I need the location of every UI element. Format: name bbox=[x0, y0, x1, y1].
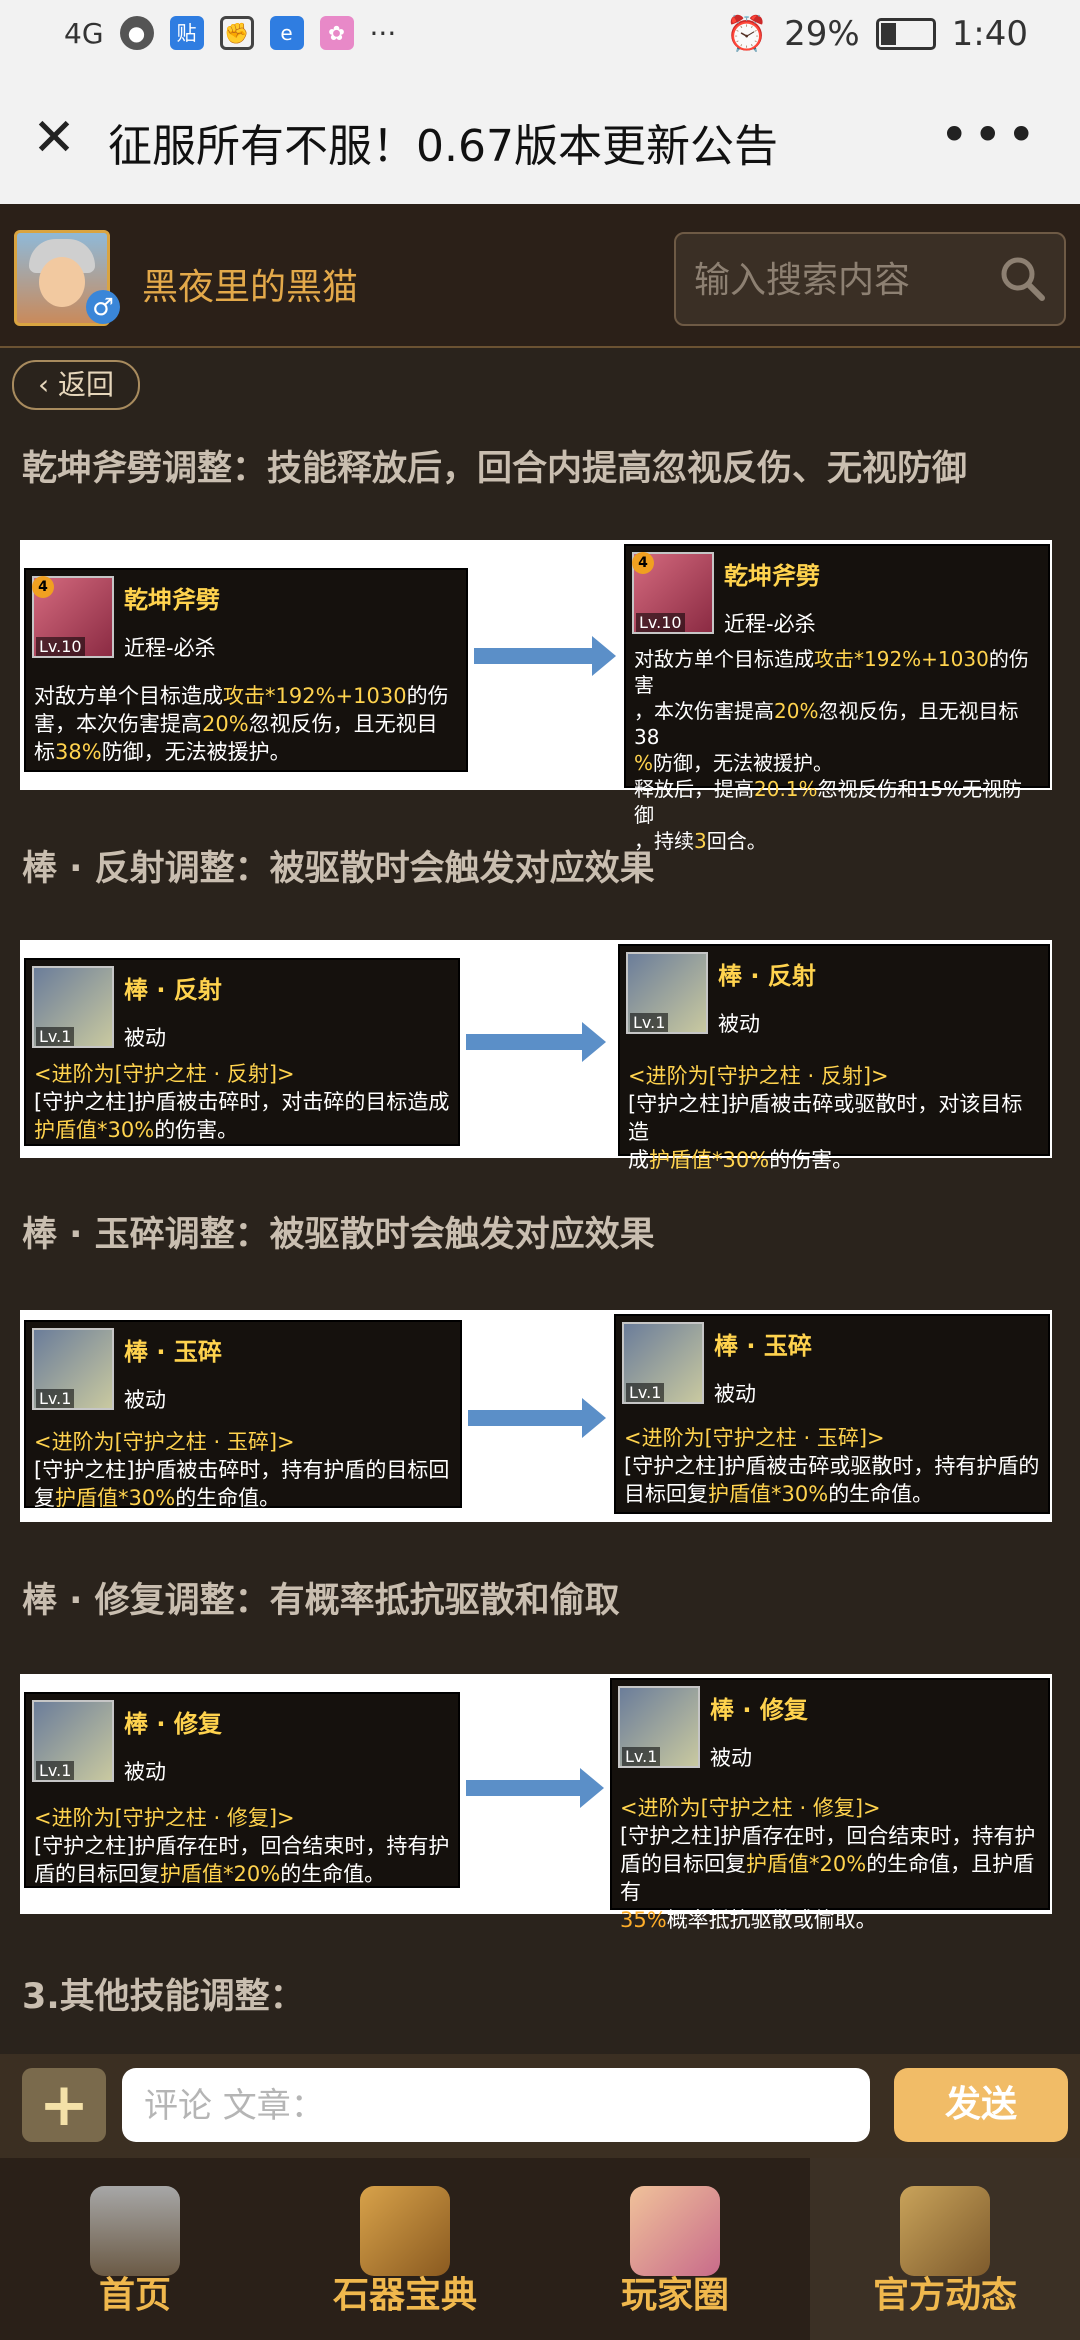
staff-skill-icon: Lv.1 bbox=[32, 966, 114, 1048]
skill-description: <进阶为[守护之柱 · 修复]> [守护之柱]护盾存在时，回合结束时，持有护 盾… bbox=[34, 1806, 450, 1886]
skill-description: <进阶为[守护之柱 · 玉碎]> [守护之柱]护盾被击碎时，持有护盾的目标回 复… bbox=[34, 1430, 450, 1510]
fist-icon: ✊ bbox=[219, 16, 254, 50]
battery-percent: 29% bbox=[784, 14, 860, 54]
section-heading: 棒 · 玉碎调整：被驱散时会触发对应效果 bbox=[22, 1215, 655, 1255]
section-heading: 棒 · 反射调整：被驱散时会触发对应效果 bbox=[22, 849, 655, 889]
skill-description: <进阶为[守护之柱 · 修复]> [守护之柱]护盾存在时，回合结束时，持有护 盾… bbox=[620, 1796, 1036, 1932]
skill-name: 棒 · 修复 bbox=[710, 1696, 808, 1724]
search-icon[interactable] bbox=[998, 254, 1046, 302]
skill-name: 棒 · 玉碎 bbox=[124, 1338, 222, 1366]
skill-name: 棒 · 反射 bbox=[124, 976, 222, 1004]
skill-card-after: Lv.1 棒 · 修复 被动 <进阶为[守护之柱 · 修复]> [守护之柱]护盾… bbox=[610, 1678, 1050, 1932]
nav-label: 石器宝典 bbox=[332, 2275, 477, 2316]
scroll-icon bbox=[360, 2186, 450, 2276]
skill-card-before: Lv.1 棒 · 玉碎 被动 <进阶为[守护之柱 · 玉碎]> [守护之柱]护盾… bbox=[24, 1320, 462, 1510]
nav-label: 官方动态 bbox=[872, 2275, 1017, 2316]
back-label: 返回 bbox=[58, 368, 115, 401]
alarm-icon: ⏰ bbox=[725, 14, 769, 54]
staff-skill-icon: Lv.1 bbox=[618, 1686, 700, 1768]
nav-label: 玩家圈 bbox=[620, 2275, 729, 2316]
skill-compare-image: Lv.1 棒 · 修复 被动 <进阶为[守护之柱 · 修复]> [守护之柱]护盾… bbox=[20, 1674, 1052, 1932]
skill-type: 被动 bbox=[124, 1026, 166, 1050]
skill-compare-image: Lv.1 棒 · 反射 被动 <进阶为[守护之柱 · 反射]> [守护之柱]护盾… bbox=[20, 940, 1052, 1172]
skill-type: 近程-必杀 bbox=[124, 636, 216, 660]
parchment-icon bbox=[900, 2186, 990, 2276]
section-heading: 3.其他技能调整： bbox=[22, 1977, 305, 2017]
username[interactable]: 黑夜里的黑猫 bbox=[142, 258, 358, 310]
nav-item-official[interactable]: 官方动态 bbox=[810, 2158, 1080, 2340]
more-notifications: ··· bbox=[369, 16, 397, 50]
axe-skill-icon: 4 Lv.10 bbox=[632, 552, 714, 634]
skill-card-before: Lv.1 棒 · 修复 被动 <进阶为[守护之柱 · 修复]> [守护之柱]护盾… bbox=[24, 1692, 460, 1888]
comment-input[interactable] bbox=[142, 2078, 846, 2134]
arrow-icon bbox=[466, 1022, 606, 1062]
skill-compare-image: Lv.1 棒 · 玉碎 被动 <进阶为[守护之柱 · 玉碎]> [守护之柱]护盾… bbox=[20, 1310, 1052, 1522]
back-button[interactable]: ‹ 返回 bbox=[12, 360, 140, 410]
skill-type: 被动 bbox=[710, 1746, 752, 1770]
players-icon bbox=[630, 2186, 720, 2276]
skill-description: 对敌方单个目标造成攻击*192%+1030的伤 害，本次伤害提高20%忽视反伤，… bbox=[34, 684, 449, 764]
staff-skill-icon: Lv.1 bbox=[32, 1700, 114, 1782]
skill-name: 棒 · 反射 bbox=[718, 962, 816, 990]
page-title: 征服所有不服！0.67版本更新公告 bbox=[108, 121, 778, 172]
staff-skill-icon: Lv.1 bbox=[622, 1322, 704, 1404]
browser-icon: e bbox=[269, 16, 304, 50]
network-indicator: 4G bbox=[64, 16, 104, 50]
more-menu-button[interactable]: ••• bbox=[940, 106, 1040, 164]
skill-compare-image: 4 Lv.10 乾坤斧劈 近程-必杀 对敌方单个目标造成攻击*192%+1030的… bbox=[20, 540, 1052, 853]
nav-item-handbook[interactable]: 石器宝典 bbox=[270, 2158, 540, 2340]
shield-icon: ● bbox=[119, 16, 154, 50]
skill-type: 被动 bbox=[714, 1382, 756, 1406]
staff-skill-icon: Lv.1 bbox=[626, 952, 708, 1034]
skill-type: 被动 bbox=[124, 1760, 166, 1784]
skill-card-after: 4 Lv.10 乾坤斧劈 近程-必杀 对敌方单个目标造成攻击*192%+1030的… bbox=[624, 544, 1050, 853]
skill-description: <进阶为[守护之柱 · 反射]> [守护之柱]护盾被击碎时，对击碎的目标造成 护… bbox=[34, 1062, 450, 1142]
search-input[interactable] bbox=[692, 252, 986, 308]
skill-type: 被动 bbox=[718, 1012, 760, 1036]
arrow-icon bbox=[468, 1398, 606, 1438]
title-bar: ✕ 征服所有不服！0.67版本更新公告 ••• bbox=[0, 72, 1080, 204]
castle-icon bbox=[90, 2186, 180, 2276]
baidu-icon: 贴 bbox=[169, 16, 204, 50]
axe-skill-icon: 4 Lv.10 bbox=[32, 576, 114, 658]
skill-type: 近程-必杀 bbox=[724, 612, 816, 636]
skill-description: 对敌方单个目标造成攻击*192%+1030的伤害 ，本次伤害提高20%忽视反伤，… bbox=[634, 647, 1029, 853]
battery-icon bbox=[875, 18, 936, 50]
close-icon[interactable]: ✕ bbox=[28, 112, 80, 164]
gender-male-icon: ♂ bbox=[86, 290, 120, 324]
skill-name: 乾坤斧劈 bbox=[124, 586, 220, 614]
skill-name: 乾坤斧劈 bbox=[724, 562, 820, 590]
skill-card-after: Lv.1 棒 · 玉碎 被动 <进阶为[守护之柱 · 玉碎]> [守护之柱]护盾… bbox=[614, 1314, 1050, 1514]
send-button[interactable]: 发送 bbox=[894, 2068, 1068, 2142]
skill-name: 棒 · 修复 bbox=[124, 1710, 222, 1738]
flower-icon: ✿ bbox=[319, 16, 354, 50]
nav-item-home[interactable]: 首页 bbox=[0, 2158, 270, 2340]
skill-description: <进阶为[守护之柱 · 玉碎]> [守护之柱]护盾被击碎或驱散时，持有护盾的 目… bbox=[624, 1426, 1040, 1506]
skill-description: <进阶为[守护之柱 · 反射]> [守护之柱]护盾被击碎或驱散时，对该目标造 成… bbox=[628, 1064, 1023, 1172]
comment-box bbox=[122, 2068, 870, 2142]
skill-type: 被动 bbox=[124, 1388, 166, 1412]
clock: 1:40 bbox=[951, 14, 1028, 54]
bottom-nav: 首页 石器宝典 玩家圈 官方动态 bbox=[0, 2158, 1080, 2340]
arrow-icon bbox=[466, 1768, 604, 1808]
skill-name: 棒 · 玉碎 bbox=[714, 1332, 812, 1360]
staff-skill-icon: Lv.1 bbox=[32, 1328, 114, 1410]
skill-card-before: Lv.1 棒 · 反射 被动 <进阶为[守护之柱 · 反射]> [守护之柱]护盾… bbox=[24, 958, 460, 1146]
skill-card-before: 4 Lv.10 乾坤斧劈 近程-必杀 对敌方单个目标造成攻击*192%+1030的… bbox=[24, 568, 468, 772]
nav-label: 首页 bbox=[98, 2275, 171, 2316]
skill-card-after: Lv.1 棒 · 反射 被动 <进阶为[守护之柱 · 反射]> [守护之柱]护盾… bbox=[618, 944, 1050, 1172]
nav-item-players[interactable]: 玩家圈 bbox=[540, 2158, 810, 2340]
search-box bbox=[674, 232, 1066, 326]
section-heading: 棒 · 修复调整：有概率抵抗驱散和偷取 bbox=[22, 1581, 620, 1621]
status-bar: 4G ● 贴 ✊ e ✿ ··· ⏰ 29% 1:40 bbox=[0, 0, 1080, 72]
add-button[interactable]: + bbox=[22, 2068, 106, 2142]
arrow-icon bbox=[474, 636, 616, 676]
section-heading: 乾坤斧劈调整：技能释放后，回合内提高忽视反伤、无视防御 bbox=[22, 449, 968, 489]
